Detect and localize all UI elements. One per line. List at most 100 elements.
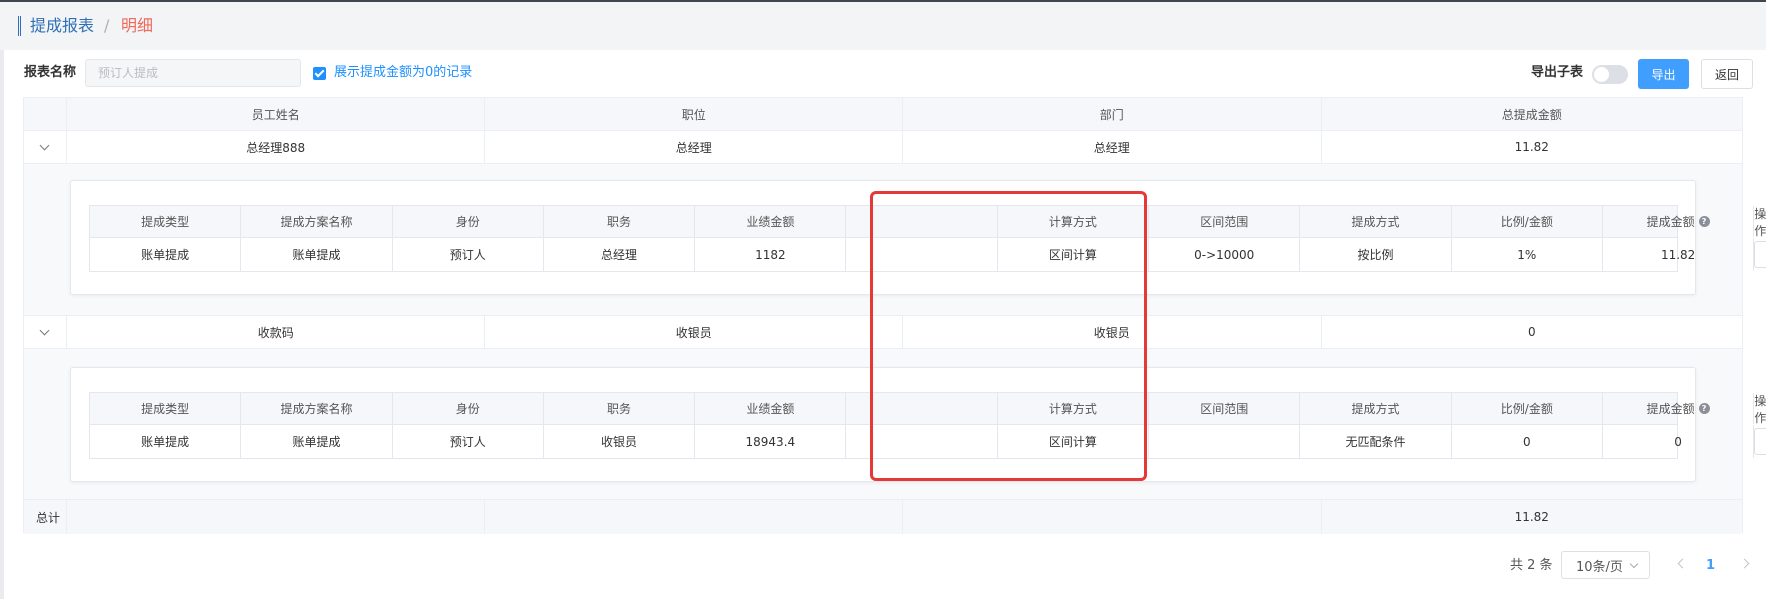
table-header-row: 员工姓名 职位 部门 总提成金额	[24, 98, 1742, 131]
detail-header-scheme-name: 提成方案名称	[241, 393, 393, 424]
detail-cell: 11.82	[1603, 238, 1755, 271]
export-subtable-label: 导出子表	[1531, 65, 1584, 80]
detail-cell	[846, 425, 998, 458]
detail-header-calc-method: 计算方式	[998, 393, 1150, 424]
show-zero-records-checkbox[interactable]	[313, 67, 326, 80]
detail-table: 提成类型 提成方案名称 身份 职务 业绩金额 计算方式 区间范围 提成方式 比例…	[89, 205, 1766, 272]
position-cell: 收银员	[485, 316, 903, 348]
breadcrumb-parent-link[interactable]: 提成报表	[30, 16, 94, 36]
detail-header-blank	[846, 206, 998, 237]
column-header-total-commission: 总提成金额	[1501, 107, 1562, 122]
detail-cell: 无匹配条件	[1300, 425, 1452, 458]
detail-header-range: 区间范围	[1149, 206, 1301, 237]
department-cell: 收银员	[903, 316, 1322, 348]
expanded-detail-area: 提成类型 提成方案名称 身份 职务 业绩金额 计算方式 区间范围 提成方式 比例…	[24, 349, 1766, 500]
table-row: 收款码 收银员 收银员 0	[24, 316, 1742, 349]
chevron-down-icon	[1629, 559, 1639, 569]
expanded-detail-area: 提成类型 提成方案名称 身份 职务 业绩金额 计算方式 区间范围 提成方式 比例…	[24, 164, 1766, 316]
total-commission-cell: 0	[1527, 325, 1536, 339]
employee-name-cell: 总经理888	[67, 131, 486, 163]
detail-header-performance-amount: 业绩金额	[695, 393, 847, 424]
detail-header-commission-amount: 提成金额?	[1603, 393, 1755, 424]
employee-name-cell: 收款码	[67, 316, 486, 348]
left-edge-strip	[0, 50, 4, 599]
detail-header-commission-amount: 提成金额?	[1603, 206, 1755, 237]
detail-header-action: 操作	[1754, 206, 1766, 238]
detail-row: 账单提成 账单提成 预订人 收银员 18943.4 区间计算 无匹配条件 0 0…	[90, 425, 1766, 458]
table-row: 总经理888 总经理 总经理 11.82	[24, 131, 1742, 164]
position-cell: 总经理	[485, 131, 903, 163]
help-icon[interactable]: ?	[1698, 216, 1710, 227]
detail-table: 提成类型 提成方案名称 身份 职务 业绩金额 计算方式 区间范围 提成方式 比例…	[89, 392, 1766, 459]
detail-card: 提成类型 提成方案名称 身份 职务 业绩金额 计算方式 区间范围 提成方式 比例…	[70, 367, 1766, 482]
column-header-position: 职位	[485, 98, 903, 130]
detail-header-commission-amount-label: 提成金额	[1646, 402, 1695, 416]
column-header-department: 部门	[903, 98, 1322, 130]
detail-cell: 1182	[695, 238, 847, 271]
footer-total-label: 总计	[24, 500, 67, 534]
detail-cell: 0	[1603, 425, 1755, 458]
report-name-input[interactable]	[85, 59, 301, 87]
expand-column-header	[24, 98, 67, 130]
column-header-employee-name: 员工姓名	[67, 98, 486, 130]
detail-card: 提成类型 提成方案名称 身份 职务 业绩金额 计算方式 区间范围 提成方式 比例…	[70, 180, 1766, 295]
next-page-icon[interactable]	[1739, 558, 1750, 569]
export-button[interactable]: 导出	[1638, 59, 1689, 89]
detail-cell: 区间计算	[998, 425, 1150, 458]
view-button[interactable]: 查看	[1754, 241, 1766, 268]
report-name-label: 报表名称	[24, 65, 77, 80]
header-accent-bar	[18, 16, 21, 36]
detail-cell	[846, 238, 998, 271]
chevron-down-icon	[40, 140, 50, 150]
detail-header-identity: 身份	[393, 206, 544, 237]
detail-cell: 账单提成	[90, 425, 242, 458]
detail-header-calc-method: 计算方式	[998, 206, 1150, 237]
detail-cell: 1%	[1452, 238, 1603, 271]
page-size-select[interactable]: 10条/页	[1561, 551, 1650, 579]
detail-header-duty: 职务	[544, 206, 696, 237]
detail-cell: 区间计算	[998, 238, 1150, 271]
pagination-total: 共 2 条	[1510, 558, 1553, 573]
detail-header-row: 提成类型 提成方案名称 身份 职务 业绩金额 计算方式 区间范围 提成方式 比例…	[90, 393, 1766, 425]
pagination-page-current[interactable]: 1	[1706, 557, 1715, 575]
table-footer-row: 总计 11.82	[24, 500, 1742, 534]
detail-header-duty: 职务	[544, 393, 696, 424]
detail-cell: 账单提成	[90, 238, 242, 271]
help-icon[interactable]: ?	[1698, 403, 1710, 414]
detail-header-commission-mode: 提成方式	[1300, 393, 1452, 424]
detail-header-commission-type: 提成类型	[90, 206, 242, 237]
detail-cell: 0	[1452, 425, 1603, 458]
footer-cell	[67, 500, 486, 534]
detail-header-scheme-name: 提成方案名称	[241, 206, 393, 237]
detail-cell: 总经理	[544, 238, 696, 271]
back-button[interactable]: 返回	[1701, 59, 1753, 89]
detail-cell: 按比例	[1300, 238, 1452, 271]
detail-header-commission-amount-label: 提成金额	[1646, 215, 1695, 229]
detail-action-cell: 查看	[1754, 238, 1766, 271]
detail-cell: 预订人	[393, 425, 544, 458]
detail-header-commission-type: 提成类型	[90, 393, 242, 424]
detail-header-range: 区间范围	[1149, 393, 1301, 424]
detail-cell	[1149, 425, 1301, 458]
show-zero-records-label[interactable]: 展示提成金额为0的记录	[334, 64, 472, 82]
detail-header-identity: 身份	[393, 393, 544, 424]
row-expand-toggle[interactable]	[24, 316, 67, 348]
detail-cell: 18943.4	[695, 425, 847, 458]
page-header: 提成报表 / 明细	[0, 0, 1766, 50]
prev-page-icon[interactable]	[1677, 558, 1688, 569]
department-cell: 总经理	[903, 131, 1322, 163]
detail-cell: 账单提成	[241, 425, 393, 458]
view-button[interactable]: 查看	[1754, 428, 1766, 455]
footer-cell	[903, 500, 1322, 534]
detail-cell: 账单提成	[241, 238, 393, 271]
page-size-value: 10条/页	[1576, 559, 1623, 575]
chevron-down-icon	[40, 325, 50, 335]
export-subtable-toggle[interactable]	[1592, 65, 1628, 84]
total-commission-cell: 11.82	[1514, 140, 1549, 154]
row-expand-toggle[interactable]	[24, 131, 67, 163]
footer-total-value: 11.82	[1514, 510, 1549, 524]
detail-header-commission-mode: 提成方式	[1300, 206, 1452, 237]
detail-cell: 收银员	[544, 425, 696, 458]
breadcrumb-current: 明细	[121, 16, 154, 35]
footer-cell	[485, 500, 903, 534]
